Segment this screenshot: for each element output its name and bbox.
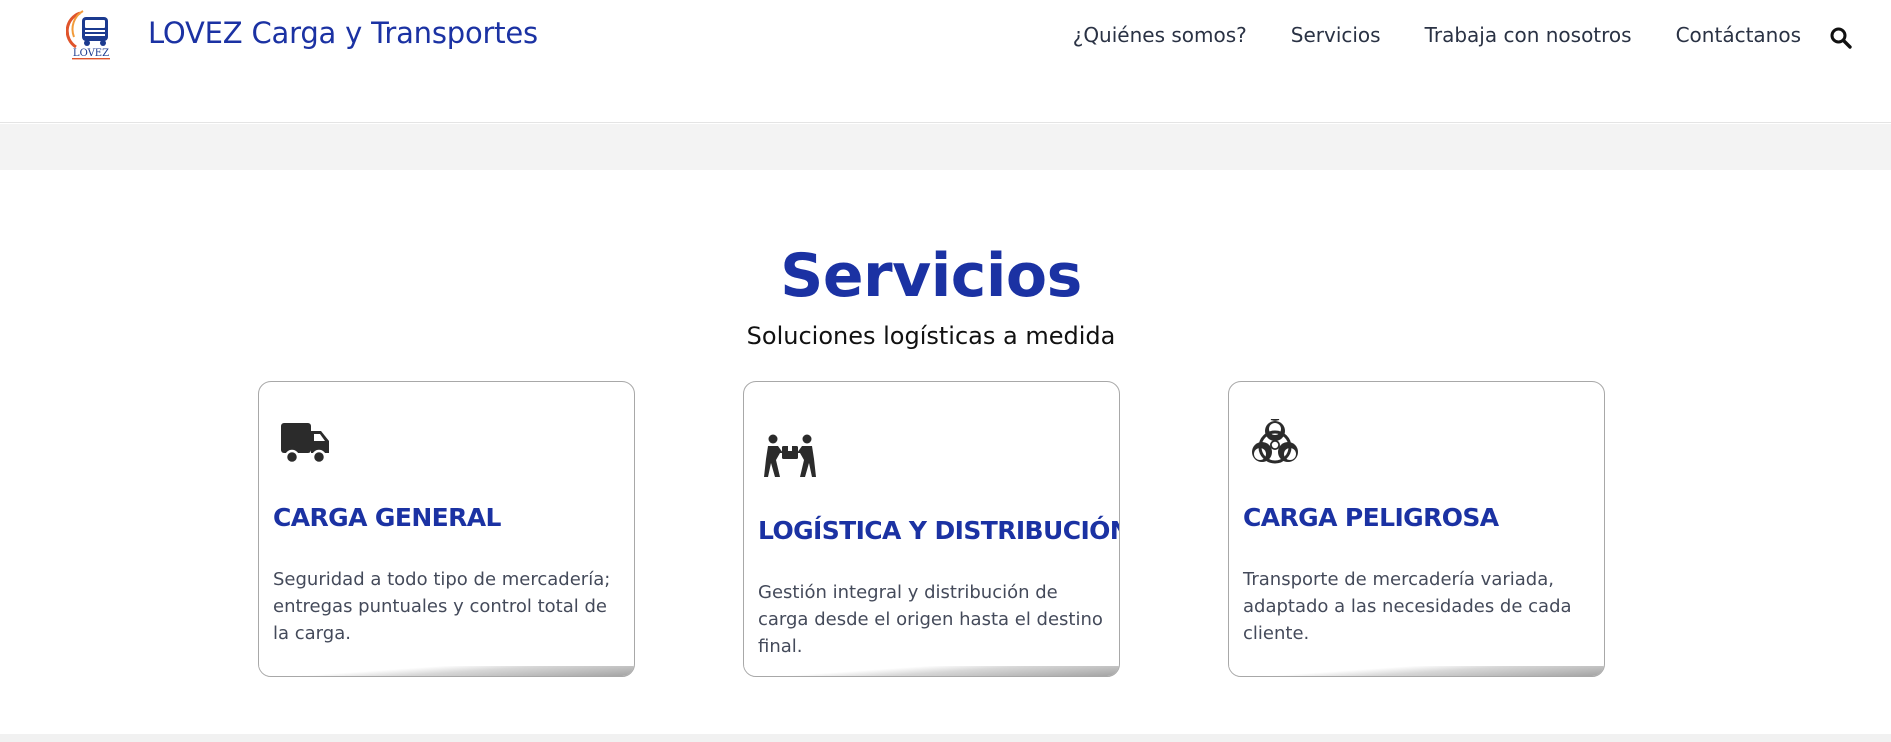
site-header: LOVEZ LOVEZ Carga y Transportes ¿Quiénes… <box>0 0 1891 123</box>
search-icon[interactable] <box>1829 26 1853 50</box>
section-title: Servicios <box>780 241 1082 311</box>
section-subtitle: Soluciones logísticas a medida <box>746 322 1116 350</box>
service-card-logistica[interactable]: LOGÍSTICA Y DISTRIBUCIÓN Gestión integra… <box>743 381 1120 677</box>
biohazard-icon <box>1249 418 1301 471</box>
service-card-carga-peligrosa[interactable]: CARGA PELIGROSA Transporte de mercadería… <box>1228 381 1605 677</box>
card-description: Transporte de mercadería variada, adapta… <box>1243 569 1572 644</box>
brand-logo[interactable]: LOVEZ <box>65 7 116 62</box>
nav-item-contactanos[interactable]: Contáctanos <box>1676 23 1801 47</box>
service-card-carga-general[interactable]: CARGA GENERAL Seguridad a todo tipo de m… <box>258 381 635 677</box>
site-title[interactable]: LOVEZ Carga y Transportes <box>148 16 538 50</box>
card-description: Seguridad a todo tipo de mercadería; ent… <box>273 569 611 644</box>
card-description: Gestión integral y distribución de carga… <box>758 582 1103 657</box>
logo-text: LOVEZ <box>73 48 109 59</box>
card-title: CARGA PELIGROSA <box>1243 503 1499 532</box>
people-carry-box-icon <box>764 433 816 485</box>
nav-item-trabaja-con-nosotros[interactable]: Trabaja con nosotros <box>1425 23 1632 47</box>
truck-logo-icon: LOVEZ <box>65 10 110 60</box>
card-title: LOGÍSTICA Y DISTRIBUCIÓN <box>758 516 1120 545</box>
nav-item-servicios[interactable]: Servicios <box>1291 23 1381 47</box>
truck-icon <box>279 421 331 473</box>
main-nav: ¿Quiénes somos? Servicios Trabaja con no… <box>1073 23 1801 47</box>
nav-item-quienes-somos[interactable]: ¿Quiénes somos? <box>1073 23 1247 47</box>
card-title: CARGA GENERAL <box>273 503 501 532</box>
footer-band <box>0 734 1891 742</box>
header-divider-band <box>0 124 1891 170</box>
